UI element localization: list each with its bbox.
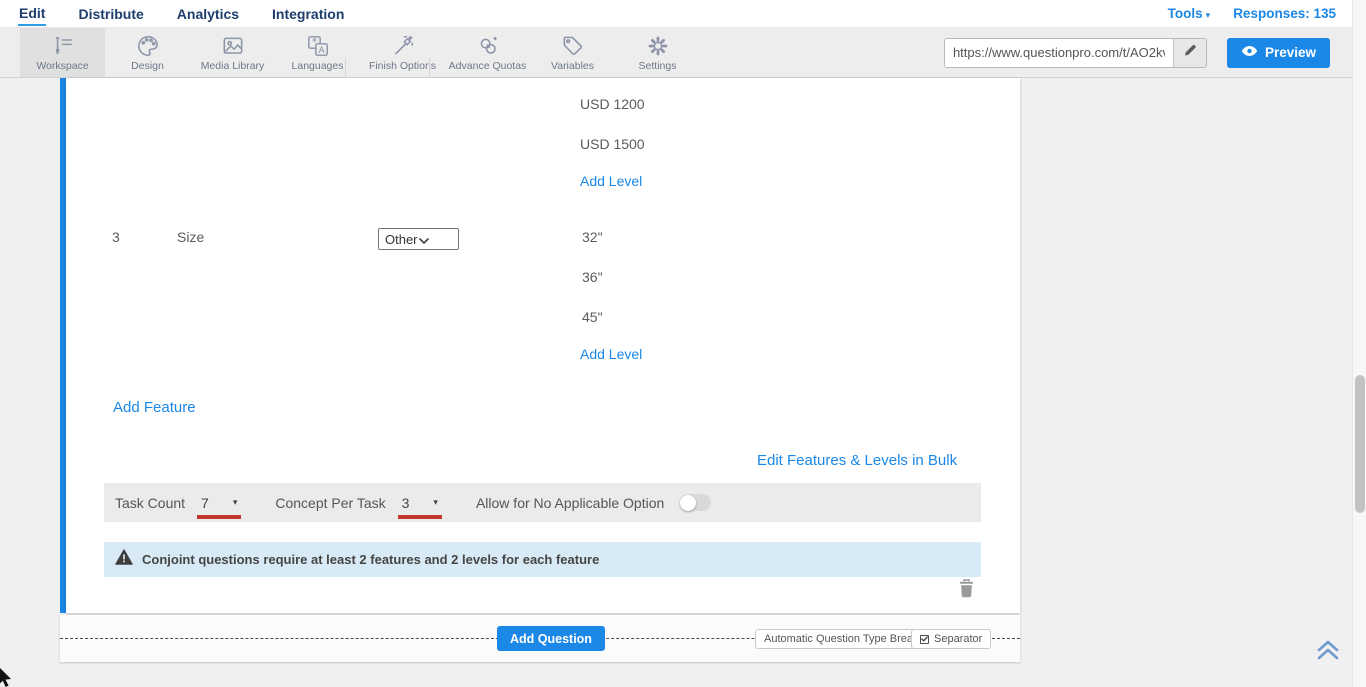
- auto-question-type-break-button[interactable]: Automatic Question Type Break: [755, 629, 928, 649]
- svg-text:*: *: [311, 37, 316, 49]
- feature-name[interactable]: Size: [177, 229, 204, 245]
- concept-per-task-label: Concept Per Task: [275, 495, 385, 511]
- warning-icon: [115, 549, 133, 570]
- scrollbar-thumb[interactable]: [1355, 375, 1365, 513]
- advance-quotas-icon: [475, 33, 501, 59]
- separator-label: Separator: [934, 633, 982, 645]
- nav-right: Tools▾ Responses: 135: [1168, 6, 1366, 21]
- level-value[interactable]: 32": [582, 229, 603, 245]
- toolbar-item-label: Finish Options: [369, 60, 436, 72]
- toolbar-item-languages[interactable]: * A Languages: [275, 28, 360, 77]
- feature-index: 3: [112, 229, 120, 245]
- toolbar-item-settings[interactable]: Settings: [615, 28, 700, 77]
- variables-icon: [560, 33, 586, 59]
- feature-type-select[interactable]: Other: [378, 228, 459, 250]
- edit-url-button[interactable]: [1173, 39, 1206, 67]
- scroll-to-top-button[interactable]: [1315, 637, 1343, 663]
- level-value[interactable]: 36": [582, 269, 603, 285]
- page-scrollbar[interactable]: [1352, 0, 1366, 687]
- toolbar-item-label: Advance Quotas: [449, 60, 527, 72]
- chevron-down-icon: ▾: [1206, 10, 1211, 20]
- delete-question-button[interactable]: [958, 579, 978, 599]
- level-value[interactable]: USD 1500: [580, 136, 645, 152]
- add-question-button[interactable]: Add Question: [497, 626, 605, 651]
- survey-url-input[interactable]: [945, 39, 1173, 67]
- toolbar-item-finish-options[interactable]: Finish Options: [360, 28, 445, 77]
- no-applicable-option-toggle[interactable]: [680, 494, 711, 511]
- toolbar-item-label: Languages: [292, 60, 344, 72]
- warning-message: Conjoint questions require at least 2 fe…: [142, 552, 599, 567]
- toolbar-right: Preview: [944, 28, 1366, 77]
- toolbar-item-advance-quotas[interactable]: Advance Quotas: [445, 28, 530, 77]
- media-library-icon: [220, 33, 246, 59]
- task-count-dropdown[interactable]: 7 ▾: [197, 495, 241, 511]
- add-feature-link[interactable]: Add Feature: [113, 399, 196, 416]
- level-value[interactable]: 45": [582, 309, 603, 325]
- concept-per-task-dropdown[interactable]: 3 ▾: [398, 495, 442, 511]
- no-applicable-option-label: Allow for No Applicable Option: [476, 495, 664, 511]
- toolbar-item-label: Media Library: [201, 60, 265, 72]
- concept-per-task-value: 3: [402, 495, 410, 511]
- toolbar-item-label: Settings: [639, 60, 677, 72]
- checkbox-checked-icon: [920, 635, 929, 644]
- eye-icon: [1241, 45, 1258, 60]
- level-value[interactable]: USD 1200: [580, 96, 645, 112]
- settings-icon: [645, 33, 671, 59]
- mouse-cursor: [0, 668, 13, 687]
- nav-tab-analytics[interactable]: Analytics: [176, 2, 240, 25]
- concept-per-task-red-underline: [398, 515, 442, 519]
- responses-count[interactable]: Responses: 135: [1233, 6, 1336, 21]
- toolbar-item-label: Variables: [551, 60, 594, 72]
- svg-text:A: A: [318, 45, 325, 55]
- finish-options-icon: [390, 33, 416, 59]
- task-count-label: Task Count: [115, 495, 185, 511]
- toggle-knob: [680, 495, 696, 511]
- toolbar-item-variables[interactable]: Variables: [530, 28, 615, 77]
- add-level-link[interactable]: Add Level: [580, 346, 642, 362]
- top-nav: Edit Distribute Analytics Integration To…: [0, 0, 1366, 28]
- preview-label: Preview: [1265, 45, 1316, 60]
- chevron-down-icon: ▾: [433, 497, 438, 508]
- questionpro-survey-editor: Edit Distribute Analytics Integration To…: [0, 0, 1366, 687]
- chevron-double-up-icon: [1315, 648, 1341, 665]
- nav-tab-distribute[interactable]: Distribute: [77, 2, 144, 25]
- chevron-down-icon: [419, 232, 453, 247]
- add-level-link[interactable]: Add Level: [580, 173, 642, 189]
- add-question-strip: Add Question Automatic Question Type Bre…: [60, 615, 1020, 662]
- toolbar-items: Workspace Design: [0, 28, 700, 77]
- conjoint-warning-banner: Conjoint questions require at least 2 fe…: [104, 542, 981, 577]
- nav-tab-edit[interactable]: Edit: [18, 1, 46, 26]
- pencil-icon: [1182, 42, 1198, 63]
- editor-toolbar: Workspace Design: [0, 28, 1366, 78]
- toolbar-item-label: Design: [131, 60, 164, 72]
- toolbar-item-workspace[interactable]: Workspace: [20, 28, 105, 77]
- nav-tabs: Edit Distribute Analytics Integration: [0, 1, 345, 26]
- preview-button[interactable]: Preview: [1227, 38, 1330, 68]
- separator-toggle[interactable]: Separator: [911, 629, 991, 649]
- bulk-edit-link[interactable]: Edit Features & Levels in Bulk: [757, 452, 957, 469]
- task-count-value: 7: [201, 495, 209, 511]
- nav-tab-integration[interactable]: Integration: [271, 2, 345, 25]
- chevron-down-icon: ▾: [233, 497, 238, 508]
- task-count-red-underline: [197, 515, 241, 519]
- conjoint-options-bar: Task Count 7 ▾ Concept Per Task 3 ▾ Allo…: [104, 483, 981, 522]
- auto-break-label: Automatic Question Type Break: [764, 633, 919, 645]
- conjoint-question-card: [66, 78, 1020, 613]
- workspace-icon: [50, 33, 76, 59]
- survey-url-group: [944, 38, 1207, 68]
- design-icon: [135, 33, 161, 59]
- tools-menu[interactable]: Tools▾: [1168, 6, 1211, 21]
- trash-icon: [958, 585, 975, 602]
- feature-type-selected-value: Other: [385, 232, 419, 247]
- toolbar-item-design[interactable]: Design: [105, 28, 190, 77]
- toolbar-item-label: Workspace: [36, 60, 88, 72]
- languages-icon: * A: [305, 33, 331, 59]
- toolbar-item-media-library[interactable]: Media Library: [190, 28, 275, 77]
